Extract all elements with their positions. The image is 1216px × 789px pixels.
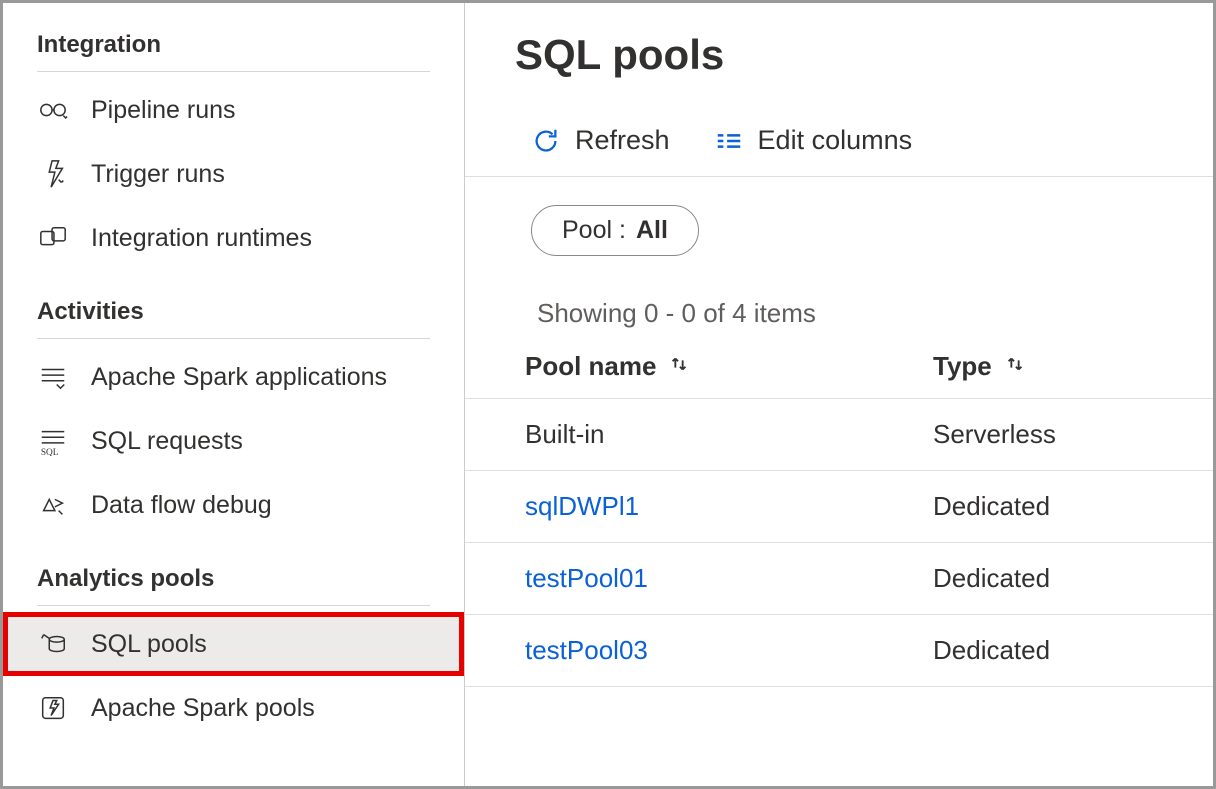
divider bbox=[37, 605, 430, 606]
pool-type: Dedicated bbox=[933, 491, 1153, 522]
refresh-label: Refresh bbox=[575, 125, 670, 156]
pool-filter-value: All bbox=[636, 216, 668, 245]
pool-name-link[interactable]: testPool03 bbox=[525, 635, 933, 666]
pipeline-runs-icon bbox=[37, 94, 69, 126]
divider bbox=[37, 338, 430, 339]
spark-pools-icon bbox=[37, 692, 69, 724]
sidebar-item-label: Data flow debug bbox=[91, 491, 272, 520]
table-row: sqlDWPl1 Dedicated bbox=[465, 471, 1213, 543]
edit-columns-label: Edit columns bbox=[758, 125, 913, 156]
refresh-icon bbox=[531, 126, 561, 156]
sidebar-item-label: Apache Spark applications bbox=[91, 363, 387, 392]
page-title: SQL pools bbox=[465, 3, 1213, 103]
section-header-analytics-pools: Analytics pools bbox=[3, 537, 464, 605]
sidebar-item-data-flow-debug[interactable]: Data flow debug bbox=[3, 473, 464, 537]
pool-name-link[interactable]: testPool01 bbox=[525, 563, 933, 594]
trigger-runs-icon bbox=[37, 158, 69, 190]
sort-icon bbox=[1002, 351, 1028, 382]
sidebar-item-label: SQL requests bbox=[91, 427, 243, 456]
section-header-activities: Activities bbox=[3, 270, 464, 338]
sidebar-item-label: Integration runtimes bbox=[91, 224, 312, 253]
sidebar-item-spark-apps[interactable]: Apache Spark applications bbox=[3, 345, 464, 409]
table-row: testPool03 Dedicated bbox=[465, 615, 1213, 687]
table-row: Built-in Serverless bbox=[465, 399, 1213, 471]
table-header: Pool name Type bbox=[465, 351, 1213, 399]
pool-type: Dedicated bbox=[933, 563, 1153, 594]
integration-runtimes-icon bbox=[37, 222, 69, 254]
sidebar-item-trigger-runs[interactable]: Trigger runs bbox=[3, 142, 464, 206]
sidebar-item-pipeline-runs[interactable]: Pipeline runs bbox=[3, 78, 464, 142]
column-header-name[interactable]: Pool name bbox=[525, 351, 933, 382]
pool-name: Built-in bbox=[525, 419, 933, 450]
toolbar: Refresh Edit columns bbox=[465, 107, 1213, 177]
sidebar-item-sql-pools[interactable]: SQL pools bbox=[3, 612, 464, 676]
column-header-type[interactable]: Type bbox=[933, 351, 1153, 382]
sidebar-item-label: Trigger runs bbox=[91, 160, 225, 189]
spark-apps-icon bbox=[37, 361, 69, 393]
sidebar-item-label: Apache Spark pools bbox=[91, 694, 315, 723]
pool-filter-label: Pool : bbox=[562, 216, 626, 245]
sidebar-item-integration-runtimes[interactable]: Integration runtimes bbox=[3, 206, 464, 270]
pool-type: Dedicated bbox=[933, 635, 1153, 666]
pool-type: Serverless bbox=[933, 419, 1153, 450]
sidebar-item-label: SQL pools bbox=[91, 630, 207, 659]
sidebar-item-sql-requests[interactable]: SQL SQL requests bbox=[3, 409, 464, 473]
main-content: SQL pools Refresh Edit columns Pool : Al… bbox=[465, 3, 1213, 786]
sql-pools-icon bbox=[37, 628, 69, 660]
edit-columns-button[interactable]: Edit columns bbox=[714, 125, 913, 156]
data-flow-debug-icon bbox=[37, 489, 69, 521]
pool-name-link[interactable]: sqlDWPl1 bbox=[525, 491, 933, 522]
sort-icon bbox=[666, 351, 692, 382]
edit-columns-icon bbox=[714, 126, 744, 156]
sidebar-item-spark-pools[interactable]: Apache Spark pools bbox=[3, 676, 464, 740]
svg-text:SQL: SQL bbox=[41, 448, 59, 456]
section-header-integration: Integration bbox=[3, 21, 464, 71]
pool-filter-pill[interactable]: Pool : All bbox=[531, 205, 699, 256]
divider bbox=[37, 71, 430, 72]
column-header-type-label: Type bbox=[933, 351, 992, 382]
sidebar: Integration Pipeline runs Trigger runs I… bbox=[3, 3, 465, 786]
result-count: Showing 0 - 0 of 4 items bbox=[465, 256, 1213, 329]
sidebar-item-label: Pipeline runs bbox=[91, 96, 236, 125]
table-row: testPool01 Dedicated bbox=[465, 543, 1213, 615]
refresh-button[interactable]: Refresh bbox=[531, 125, 670, 156]
filter-row: Pool : All bbox=[465, 177, 1213, 256]
column-header-name-label: Pool name bbox=[525, 351, 656, 382]
pools-table: Pool name Type Built-in Serverless sqlDW… bbox=[465, 351, 1213, 687]
sql-requests-icon: SQL bbox=[37, 425, 69, 457]
